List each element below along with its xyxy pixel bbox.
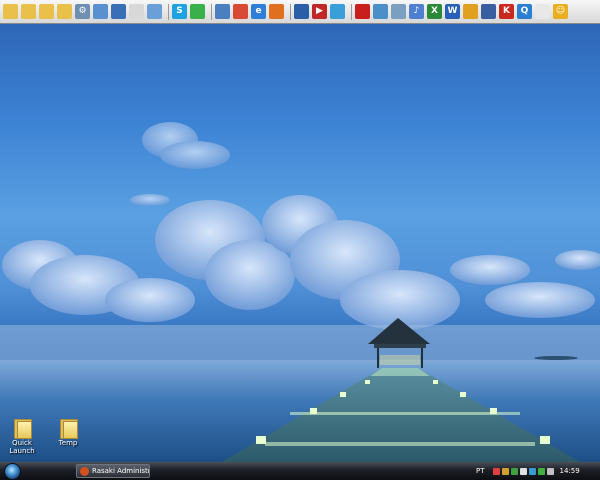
messenger-icon[interactable] — [190, 4, 205, 19]
tray-icon[interactable] — [519, 467, 527, 475]
start-button[interactable] — [4, 463, 21, 480]
tray-icon[interactable] — [528, 467, 536, 475]
folder-icon — [59, 417, 78, 439]
desktop-icon[interactable] — [294, 4, 309, 19]
settings-icon[interactable]: ⚙ — [75, 4, 90, 19]
quick-launch-toolbar: ⚙ Se ▶ ♪ X W K Q ☺ — [0, 0, 600, 24]
folder-icon[interactable] — [57, 4, 72, 19]
clock[interactable]: 14:59 — [560, 467, 580, 475]
toolbar-separator — [290, 3, 291, 20]
network-icon[interactable] — [93, 4, 108, 19]
media-player-icon[interactable]: ▶ — [312, 4, 327, 19]
taskbar-window-button[interactable]: Rasaki Administrac... — [76, 464, 150, 478]
word-icon[interactable]: W — [445, 4, 460, 19]
desktop-icon-label: Quick Launch — [9, 439, 35, 455]
window-icon[interactable] — [147, 4, 162, 19]
video-icon[interactable] — [463, 4, 478, 19]
smiley-icon[interactable]: ☺ — [553, 4, 568, 19]
computer-icon[interactable] — [111, 4, 126, 19]
desktop-icon-temp[interactable]: Temp — [46, 417, 90, 447]
desktop-wallpaper — [0, 0, 600, 480]
toolbar-separator — [351, 3, 352, 20]
taskbar: Rasaki Administrac... PT 14:59 — [0, 462, 600, 480]
desktop-icon-quick-launch[interactable]: Quick Launch — [0, 417, 44, 455]
taskbar-window-label: Rasaki Administrac... — [92, 467, 149, 475]
antivirus-icon[interactable]: K — [499, 4, 514, 19]
toolbar-separator — [211, 3, 212, 20]
desktop-icon-label: Temp — [58, 439, 78, 447]
wallpaper-scene — [0, 122, 600, 462]
notepad-icon[interactable] — [535, 4, 550, 19]
excel-icon[interactable]: X — [427, 4, 442, 19]
image-icon[interactable] — [330, 4, 345, 19]
document-icon[interactable] — [129, 4, 144, 19]
folder-icon[interactable] — [21, 4, 36, 19]
tray-icon[interactable] — [546, 467, 554, 475]
music-icon[interactable]: ♪ — [409, 4, 424, 19]
system-tray: PT 14:59 — [476, 462, 600, 480]
chrome-icon[interactable] — [233, 4, 248, 19]
folder-icon[interactable] — [39, 4, 54, 19]
folder-icon — [13, 417, 32, 439]
monitor-icon[interactable] — [481, 4, 496, 19]
firefox-icon[interactable] — [269, 4, 284, 19]
tray-icon[interactable] — [492, 467, 500, 475]
internet-explorer-icon[interactable]: e — [251, 4, 266, 19]
toolbar-separator — [168, 3, 169, 20]
pdf-icon[interactable] — [355, 4, 370, 19]
browser-icon[interactable] — [215, 4, 230, 19]
tray-icon[interactable] — [510, 467, 518, 475]
tray-icon[interactable] — [537, 467, 545, 475]
language-indicator[interactable]: PT — [476, 467, 485, 475]
search-icon[interactable]: Q — [517, 4, 532, 19]
network-drive-icon[interactable] — [373, 4, 388, 19]
folder-icon[interactable] — [3, 4, 18, 19]
edit-icon[interactable] — [391, 4, 406, 19]
skype-icon[interactable]: S — [172, 4, 187, 19]
tray-icon[interactable] — [501, 467, 509, 475]
window-app-icon — [80, 466, 89, 476]
